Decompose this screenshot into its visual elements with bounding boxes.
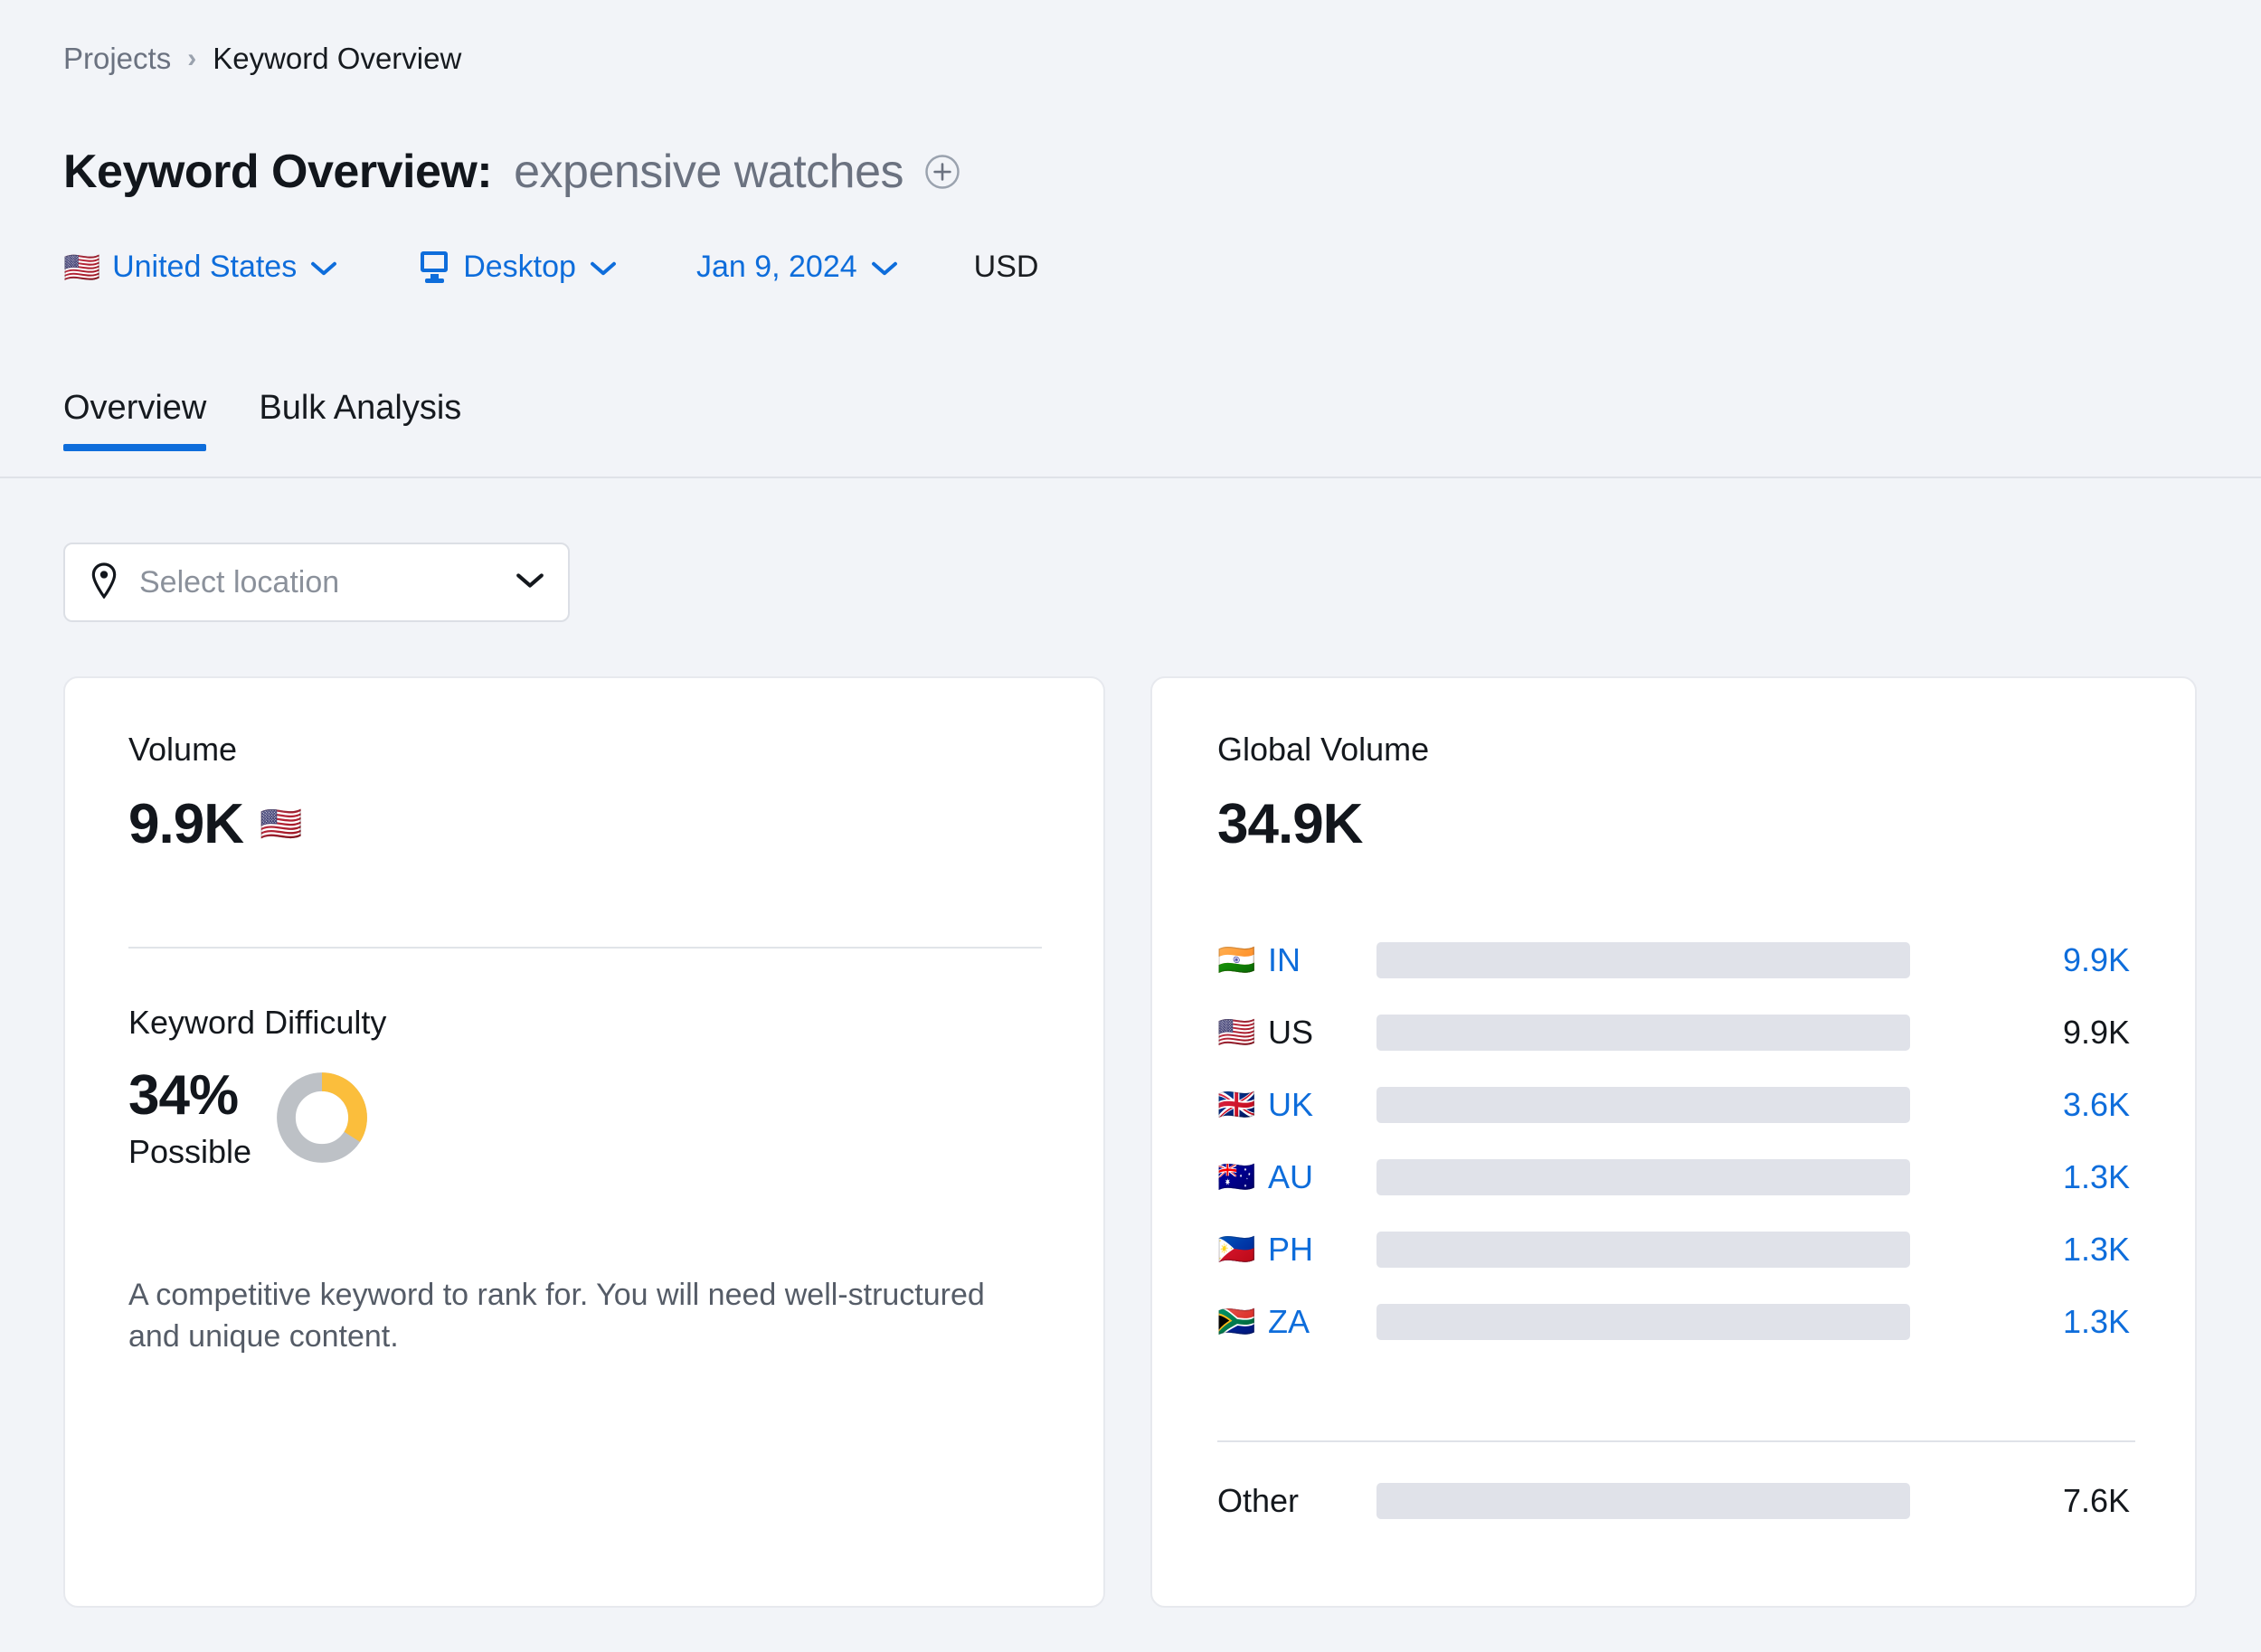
currency-filter: USD <box>974 251 1039 282</box>
keyword-difficulty-metric: Keyword Difficulty 34% Possible <box>128 1004 386 1171</box>
chevron-down-icon <box>516 571 544 594</box>
other-label: Other <box>1217 1482 1300 1519</box>
country-flag-icon: 🇿🇦 <box>1217 1305 1256 1339</box>
country-bar-track <box>1376 1015 1910 1051</box>
breadcrumb-projects-link[interactable]: Projects <box>63 43 171 73</box>
country-volume-value[interactable]: 1.3K <box>1910 1231 2135 1269</box>
location-select-placeholder: Select location <box>139 564 340 599</box>
breadcrumb-current: Keyword Overview <box>213 42 462 75</box>
plus-circle-icon[interactable] <box>923 153 961 191</box>
device-filter[interactable]: Desktop <box>421 250 617 284</box>
country-bar-track <box>1376 1087 1910 1123</box>
map-pin-icon <box>89 562 119 603</box>
country-volume-row: 🇦🇺 AU 1.3K <box>1217 1150 2135 1204</box>
country-volume-row: 🇬🇧 UK 3.6K <box>1217 1078 2135 1132</box>
us-flag-icon: 🇺🇸 <box>259 805 303 844</box>
keyword-difficulty-status: Possible <box>128 1133 252 1170</box>
other-value: 7.6K <box>2062 1482 2130 1519</box>
country-flag-icon: 🇦🇺 <box>1217 1160 1256 1194</box>
country-volume-row: 🇵🇭 PH 1.3K <box>1217 1222 2135 1277</box>
country-volume-row: 🇿🇦 ZA 1.3K <box>1217 1295 2135 1349</box>
country-volume-value[interactable]: 1.3K <box>1910 1303 2135 1341</box>
global-volume-label: Global Volume <box>1217 731 1430 768</box>
country-code-label[interactable]: UK <box>1268 1086 1376 1124</box>
bars-divider <box>1217 1440 2135 1442</box>
us-flag-icon: 🇺🇸 <box>63 250 101 284</box>
country-filter-label: United States <box>112 250 298 284</box>
keyword-difficulty-label: Keyword Difficulty <box>128 1004 387 1041</box>
filter-bar: 🇺🇸 United States Desktop Jan 9, 2024 USD <box>63 250 1039 284</box>
country-flag-icon: 🇬🇧 <box>1217 1088 1256 1122</box>
page-title: Keyword Overview: expensive watches <box>63 145 961 199</box>
global-volume-value: 34.9K <box>1217 793 1363 855</box>
country-flag-icon: 🇮🇳 <box>1217 943 1256 977</box>
country-bar-track <box>1376 942 1910 978</box>
tab-bulk-analysis-label: Bulk Analysis <box>259 389 462 427</box>
keyword-difficulty-value: 34% <box>128 1064 239 1127</box>
device-filter-label: Desktop <box>463 250 576 284</box>
country-bar-track <box>1376 1232 1910 1268</box>
country-volume-value[interactable]: 3.6K <box>1910 1086 2135 1124</box>
location-select[interactable]: Select location <box>63 543 570 622</box>
country-flag-icon: 🇵🇭 <box>1217 1232 1256 1267</box>
country-flag-icon: 🇺🇸 <box>1217 1015 1256 1050</box>
date-filter[interactable]: Jan 9, 2024 <box>696 251 898 282</box>
breadcrumb-separator-icon: › <box>187 42 197 73</box>
volume-card: Volume 9.9K 🇺🇸 Keyword Difficulty 34% Po… <box>63 676 1105 1608</box>
volume-label: Volume <box>128 731 238 768</box>
country-volume-row: 🇮🇳 IN 9.9K <box>1217 933 2135 987</box>
country-bar-track <box>1376 1159 1910 1195</box>
country-bar-track <box>1376 1304 1910 1340</box>
global-volume-card: Global Volume 34.9K 🇮🇳 IN 9.9K 🇺🇸 US 9.9K 🇬🇧 UK… <box>1150 676 2197 1608</box>
chevron-down-icon <box>871 251 898 282</box>
country-volume-value[interactable]: 1.3K <box>1910 1158 2135 1196</box>
currency-label: USD <box>973 250 1039 284</box>
page-title-prefix: Keyword Overview: <box>63 146 493 198</box>
country-volume-other-row: Other 7.6K <box>1217 1474 2135 1528</box>
country-volume-row: 🇺🇸 US 9.9K <box>1217 1005 2135 1060</box>
country-filter[interactable]: 🇺🇸 United States <box>63 251 337 282</box>
country-volume-bar-list: 🇮🇳 IN 9.9K 🇺🇸 US 9.9K 🇬🇧 UK 3.6K 🇦🇺 AU 1.3K 🇵🇭 PH 1.3K… <box>1217 933 2135 1349</box>
keyword-overview-page: Projects › Keyword Overview Keyword Over… <box>0 0 2261 1652</box>
chevron-down-icon <box>590 251 617 282</box>
country-code-label: US <box>1268 1014 1314 1051</box>
tab-overview[interactable]: Overview <box>63 389 207 451</box>
keyword-difficulty-donut-chart <box>277 1071 367 1163</box>
global-volume-metric: Global Volume 34.9K <box>1217 731 1429 856</box>
chevron-down-icon <box>310 251 337 282</box>
date-filter-label: Jan 9, 2024 <box>695 250 857 284</box>
tab-overview-label: Overview <box>63 389 207 427</box>
page-title-keyword: expensive watches <box>514 146 903 198</box>
tab-bar-divider <box>0 477 2261 478</box>
volume-metric: Volume 9.9K 🇺🇸 <box>128 731 302 856</box>
country-volume-value[interactable]: 9.9K <box>1910 941 2135 979</box>
country-volume-value: 9.9K <box>2062 1014 2130 1051</box>
tab-bar: Overview Bulk Analysis <box>63 389 461 451</box>
volume-value: 9.9K <box>128 793 244 855</box>
country-code-label[interactable]: PH <box>1268 1231 1376 1269</box>
breadcrumb: Projects › Keyword Overview <box>63 43 461 73</box>
monitor-icon <box>421 251 451 283</box>
other-bar-track <box>1376 1483 1910 1519</box>
keyword-difficulty-description: A competitive keyword to rank for. You w… <box>128 1278 985 1354</box>
country-code-label[interactable]: IN <box>1268 941 1376 979</box>
card-divider <box>128 947 1042 949</box>
country-code-label[interactable]: ZA <box>1268 1303 1376 1341</box>
tab-bulk-analysis[interactable]: Bulk Analysis <box>259 389 461 451</box>
country-code-label[interactable]: AU <box>1268 1158 1376 1196</box>
